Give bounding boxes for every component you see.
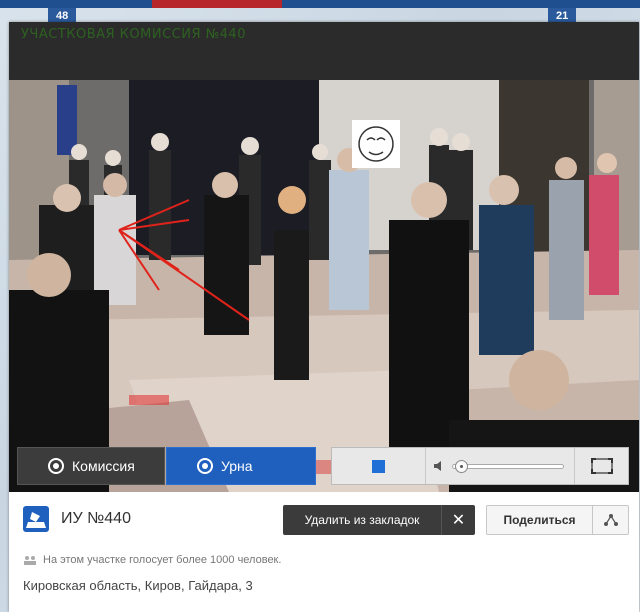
video-stream[interactable]: УЧАСТКОВАЯ КОМИССИЯ №440 Комиссия Урна: [9, 22, 639, 492]
webcam-icon: [48, 458, 64, 474]
close-icon: ✕: [441, 505, 475, 535]
urn-camera-button[interactable]: Урна: [166, 447, 316, 485]
volume-slider-handle[interactable]: [455, 460, 468, 473]
player-bar: [331, 447, 629, 485]
share-icon: [592, 506, 628, 534]
stop-icon: [372, 459, 385, 473]
remove-bookmark-label: Удалить из закладок: [304, 513, 420, 527]
share-button[interactable]: Поделиться: [486, 505, 629, 535]
video-frame-image: [9, 80, 639, 492]
share-label: Поделиться: [503, 513, 576, 527]
commission-camera-label: Комиссия: [72, 458, 135, 474]
webcam-icon: [197, 458, 213, 474]
stop-button[interactable]: [332, 448, 426, 484]
ballot-box-icon: [23, 506, 49, 532]
station-title: ИУ №440: [61, 510, 131, 527]
voters-note-text: На этом участке голосует более 1000 чело…: [43, 554, 282, 566]
remove-bookmark-button[interactable]: Удалить из закладок ✕: [283, 505, 475, 535]
station-address: Кировская область, Киров, Гайдара, 3: [23, 578, 253, 593]
volume-icon[interactable]: [433, 459, 447, 473]
volume-slider[interactable]: [452, 460, 564, 473]
commission-camera-button[interactable]: Комиссия: [17, 447, 165, 485]
station-info: ИУ №440 Удалить из закладок ✕ Поделиться…: [9, 492, 639, 612]
people-icon: [24, 556, 36, 565]
video-overlay-text: УЧАСТКОВАЯ КОМИССИЯ №440: [21, 27, 246, 42]
station-panel: УЧАСТКОВАЯ КОМИССИЯ №440 Комиссия Урна И…: [9, 22, 639, 612]
urn-camera-label: Урна: [221, 458, 253, 474]
fullscreen-icon: [590, 458, 613, 474]
map-top-bar: [0, 0, 640, 8]
voters-note: На этом участке голосует более 1000 чело…: [23, 554, 281, 566]
fullscreen-button[interactable]: [574, 448, 628, 484]
video-controls: Комиссия Урна: [9, 447, 639, 487]
video-header: УЧАСТКОВАЯ КОМИССИЯ №440: [9, 22, 639, 80]
video-frame: [9, 80, 639, 492]
